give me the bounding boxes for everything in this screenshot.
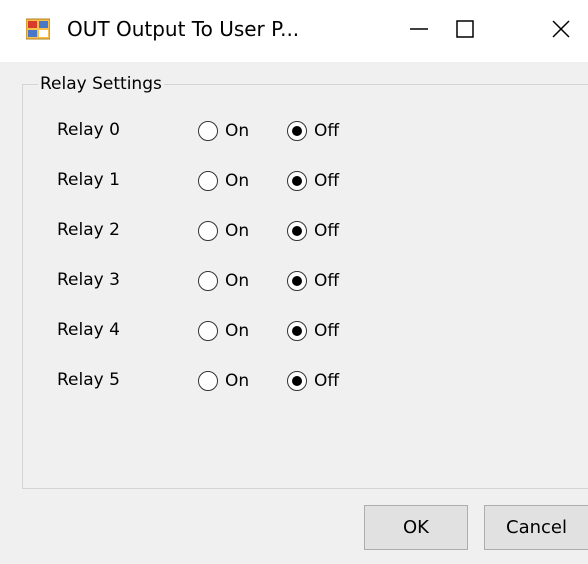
window-title: OUT Output To User P...	[67, 17, 300, 41]
radio-label-on[interactable]: On	[225, 119, 249, 143]
radio-label-on[interactable]: On	[225, 369, 249, 393]
dialog-window: OUT Output To User P... Relay Settings R…	[0, 0, 588, 564]
radio-label-on[interactable]: On	[225, 169, 249, 193]
relay-row-2: Relay 2 On Off	[0, 216, 588, 246]
minimize-icon	[408, 18, 430, 44]
relay-5-on-radio[interactable]: On	[198, 366, 249, 396]
relay-1-off-radio[interactable]: Off	[287, 166, 339, 196]
app-form-icon	[25, 17, 51, 41]
radio-checked-icon[interactable]	[287, 321, 307, 341]
relay-label: Relay 3	[57, 270, 120, 290]
relay-4-off-radio[interactable]: Off	[287, 316, 339, 346]
radio-unchecked-icon[interactable]	[198, 371, 218, 391]
title-bar[interactable]: OUT Output To User P...	[0, 0, 588, 62]
radio-label-off[interactable]: Off	[314, 369, 339, 393]
relay-label: Relay 2	[57, 220, 120, 240]
radio-label-on[interactable]: On	[225, 269, 249, 293]
maximize-icon	[454, 18, 476, 44]
radio-label-on[interactable]: On	[225, 319, 249, 343]
radio-label-off[interactable]: Off	[314, 169, 339, 193]
radio-label-on[interactable]: On	[225, 219, 249, 243]
radio-unchecked-icon[interactable]	[198, 121, 218, 141]
relay-row-5: Relay 5 On Off	[0, 366, 588, 396]
group-legend: Relay Settings	[38, 72, 164, 96]
radio-unchecked-icon[interactable]	[198, 221, 218, 241]
relay-label: Relay 0	[57, 120, 120, 140]
relay-row-4: Relay 4 On Off	[0, 316, 588, 346]
radio-checked-icon[interactable]	[287, 121, 307, 141]
relay-row-0: Relay 0 On Off	[0, 116, 588, 146]
relay-label: Relay 1	[57, 170, 120, 190]
cancel-button[interactable]: Cancel	[484, 505, 588, 550]
radio-label-off[interactable]: Off	[314, 119, 339, 143]
relay-0-on-radio[interactable]: On	[198, 116, 249, 146]
radio-label-off[interactable]: Off	[314, 269, 339, 293]
relay-2-off-radio[interactable]: Off	[287, 216, 339, 246]
relay-3-on-radio[interactable]: On	[198, 266, 249, 296]
relay-label: Relay 4	[57, 320, 120, 340]
radio-checked-icon[interactable]	[287, 271, 307, 291]
radio-checked-icon[interactable]	[287, 171, 307, 191]
relay-3-off-radio[interactable]: Off	[287, 266, 339, 296]
close-button[interactable]	[530, 0, 588, 62]
relay-label: Relay 5	[57, 370, 120, 390]
radio-label-off[interactable]: Off	[314, 219, 339, 243]
relay-0-off-radio[interactable]: Off	[287, 116, 339, 146]
relay-1-on-radio[interactable]: On	[198, 166, 249, 196]
relay-row-3: Relay 3 On Off	[0, 266, 588, 296]
client-area: Relay Settings Relay 0 On Off Relay 1 On…	[0, 62, 588, 564]
relay-2-on-radio[interactable]: On	[198, 216, 249, 246]
maximize-button[interactable]	[434, 0, 496, 62]
radio-checked-icon[interactable]	[287, 221, 307, 241]
radio-unchecked-icon[interactable]	[198, 171, 218, 191]
relay-4-on-radio[interactable]: On	[198, 316, 249, 346]
radio-unchecked-icon[interactable]	[198, 321, 218, 341]
ok-button[interactable]: OK	[364, 505, 468, 550]
relay-row-1: Relay 1 On Off	[0, 166, 588, 196]
relay-5-off-radio[interactable]: Off	[287, 366, 339, 396]
radio-checked-icon[interactable]	[287, 371, 307, 391]
radio-label-off[interactable]: Off	[314, 319, 339, 343]
close-icon	[550, 18, 572, 44]
radio-unchecked-icon[interactable]	[198, 271, 218, 291]
